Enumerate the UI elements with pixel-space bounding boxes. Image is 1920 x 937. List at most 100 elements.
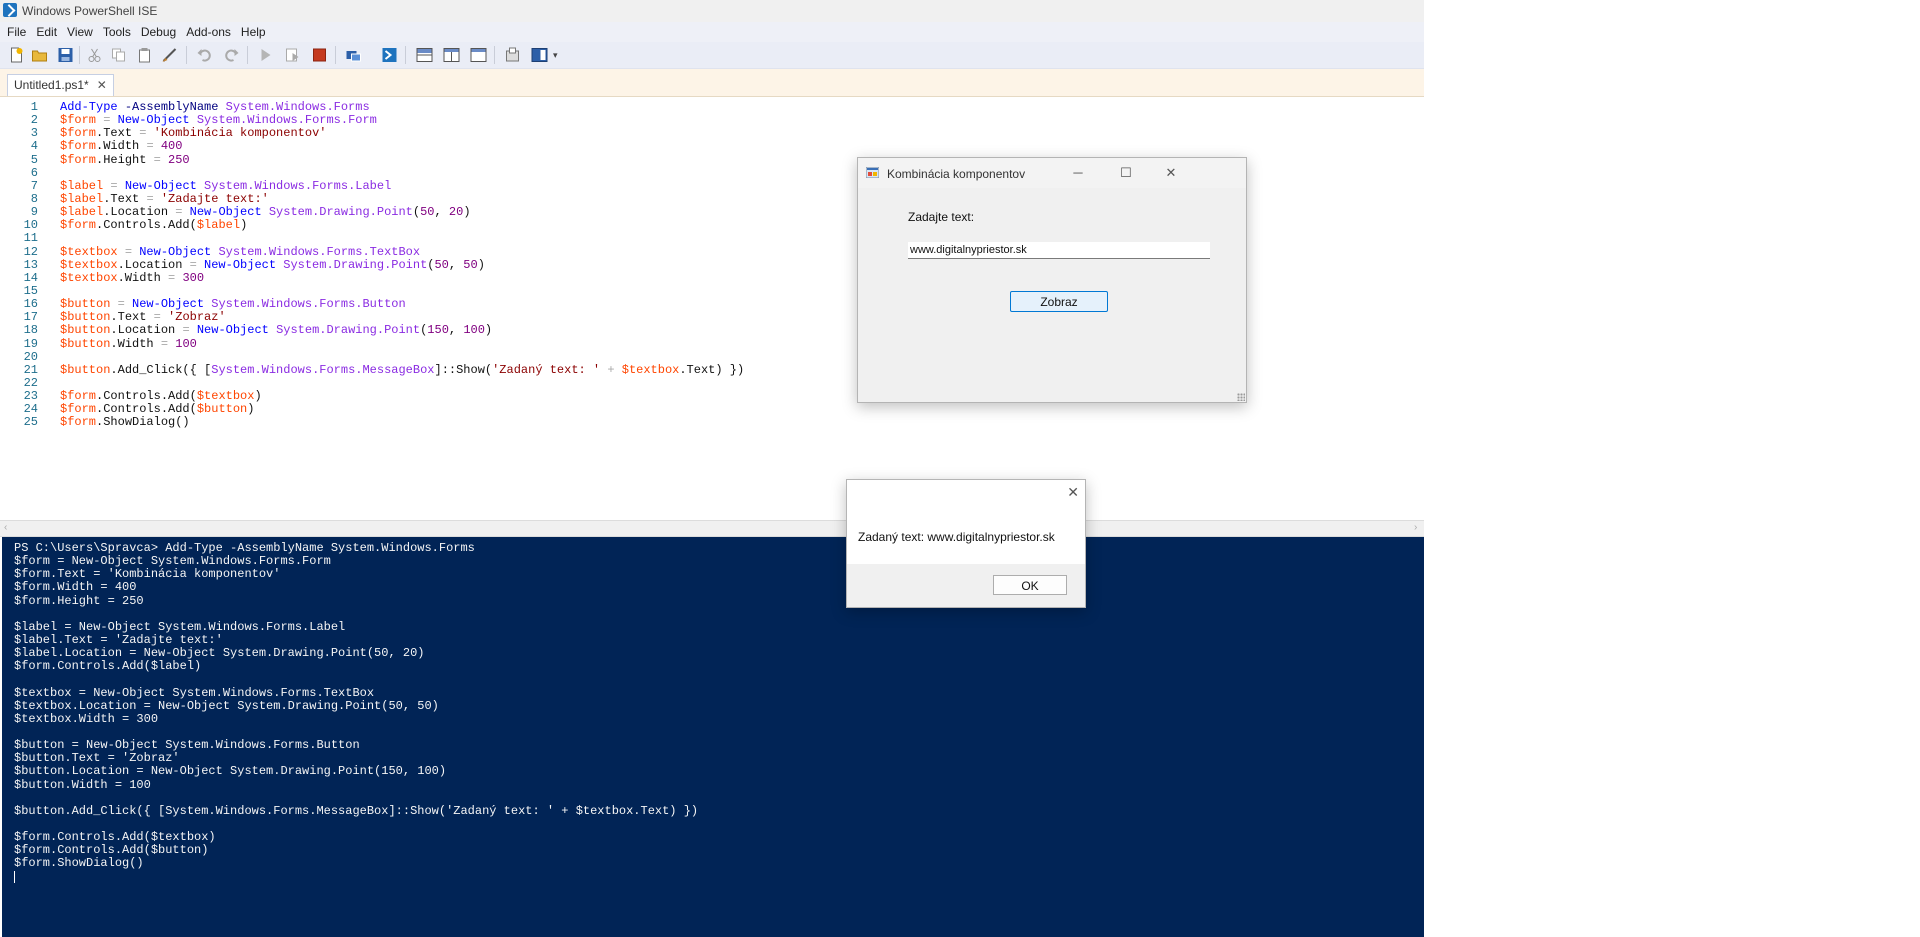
console-line: $form.Height = 250: [14, 593, 144, 608]
code-token: System.Windows.Forms.MessageBox: [211, 362, 435, 377]
minimize-button[interactable]: ─: [1058, 162, 1098, 184]
code-token: System.Windows.Forms.Button: [211, 297, 406, 312]
code-token: $label: [60, 205, 104, 220]
code-token: .Location: [103, 205, 176, 220]
clear-console-icon[interactable]: [161, 47, 178, 63]
menu-edit[interactable]: Edit: [31, 22, 62, 42]
maximize-button[interactable]: ☐: [1106, 162, 1146, 184]
console-output: PS C:\Users\Spravca> Add-Type -AssemblyN…: [14, 541, 699, 884]
powershell-app-icon: [3, 3, 17, 17]
new-file-icon[interactable]: [8, 47, 25, 63]
line-number: 20: [23, 349, 38, 364]
console-caret[interactable]: [14, 870, 698, 884]
code-token: 50: [434, 257, 449, 272]
code-token: .ShowDialog(): [96, 415, 190, 430]
line-number: 8: [30, 191, 38, 206]
code-token: ,: [448, 257, 464, 272]
code-token: 50: [420, 205, 435, 220]
code-token: $button: [60, 310, 111, 325]
show-script-pane-maximized-icon[interactable]: [470, 47, 487, 63]
resize-grip-icon[interactable]: [1237, 393, 1245, 401]
title-bar: Windows PowerShell ISE: [0, 0, 1424, 22]
code-line[interactable]: 25 $form.ShowDialog(): [0, 416, 744, 429]
open-file-icon[interactable]: [31, 47, 48, 63]
code-token: +: [607, 362, 615, 377]
code-token: $form: [60, 389, 97, 404]
tab-untitled1[interactable]: Untitled1.ps1* ✕: [7, 74, 114, 96]
code-token: $form: [60, 152, 97, 167]
menu-addons[interactable]: Add-ons: [181, 22, 236, 42]
cut-icon[interactable]: [86, 47, 103, 63]
code-token: New-Object: [189, 205, 262, 220]
stop-icon[interactable]: [311, 47, 328, 63]
menu-tools[interactable]: Tools: [98, 22, 136, 42]
scroll-left-icon[interactable]: ‹: [4, 522, 7, 533]
menu-help[interactable]: Help: [236, 22, 271, 42]
powershell-console-icon[interactable]: [381, 47, 398, 63]
code-token: 'Zadaný text: ': [492, 362, 601, 377]
redo-icon[interactable]: [223, 47, 240, 63]
show-script-pane-top-icon[interactable]: [416, 47, 433, 63]
code-line[interactable]: 19 $button.Width = 100: [0, 336, 744, 351]
line-number: 1: [30, 100, 38, 114]
code-token: New-Object: [139, 244, 212, 259]
code-token: .Add_Click({: [110, 362, 205, 377]
code-token: .Width: [96, 139, 147, 154]
show-command-window-icon[interactable]: [531, 47, 548, 63]
code-token: .Text: [96, 126, 140, 141]
run-selection-icon[interactable]: [284, 47, 301, 63]
show-script-pane-right-icon[interactable]: [443, 47, 460, 63]
line-number: 2: [30, 113, 38, 128]
script-tab-strip: Untitled1.ps1* ✕: [0, 69, 1424, 97]
code-token: 250: [168, 152, 190, 167]
code-token: Add-Type: [60, 100, 118, 114]
paste-icon[interactable]: [136, 47, 153, 63]
copy-icon[interactable]: [110, 47, 127, 63]
console-line: $form.Controls.Add($label): [14, 659, 202, 674]
code-line[interactable]: 21 $button.Add_Click({ [System.Windows.Fo…: [0, 362, 745, 377]
script-code[interactable]: 1 Add-Type -AssemblyName System.Windows.F…: [0, 100, 745, 430]
message-box: ✕ Zadaný text: www.digitalnypriestor.sk …: [846, 479, 1086, 608]
menu-view[interactable]: View: [62, 22, 98, 42]
form-title-bar[interactable]: Kombinácia komponentov ─ ☐ ✕: [858, 158, 1246, 188]
console-line: $textbox.Width = 300: [14, 711, 159, 726]
code-token: $form: [60, 402, 97, 417]
undo-icon[interactable]: [196, 47, 213, 63]
save-icon[interactable]: [57, 47, 74, 63]
powershell-ise-window: Windows PowerShell ISE File Edit View Tools…: [0, 0, 1424, 937]
form-window: Kombinácia komponentov ─ ☐ ✕ Zadajte tex…: [857, 157, 1247, 403]
ok-button[interactable]: OK: [993, 575, 1067, 595]
form-textbox[interactable]: [908, 242, 1210, 259]
run-script-icon[interactable]: [257, 47, 274, 63]
code-token: .Controls.Add(: [96, 402, 197, 417]
code-token: 100: [175, 336, 197, 351]
pane-splitter[interactable]: ‹ ›: [0, 520, 1424, 537]
code-line[interactable]: 14 $textbox.Width = 300: [0, 271, 744, 285]
toolbar-overflow-icon[interactable]: ▾: [553, 50, 558, 61]
code-token: $button: [196, 402, 248, 417]
console-line: $button.Add_Click({ [System.Windows.Form…: [14, 803, 699, 818]
code-line[interactable]: 10 $form.Controls.Add($label): [0, 219, 744, 232]
command-addon-icon[interactable]: [504, 47, 521, 63]
zobraz-button[interactable]: Zobraz: [1010, 291, 1108, 312]
scroll-right-icon[interactable]: ›: [1414, 522, 1417, 533]
code-line[interactable]: 5 $form.Height = 250: [0, 152, 744, 167]
code-token: System.Windows.Forms.Label: [204, 178, 392, 193]
menu-file[interactable]: File: [0, 22, 31, 42]
code-token: New-Object: [204, 257, 277, 272]
tab-close-icon[interactable]: ✕: [97, 78, 107, 92]
new-remote-tab-icon[interactable]: [345, 47, 362, 63]
console-pane[interactable]: PS C:\Users\Spravca> Add-Type -AssemblyN…: [2, 537, 1424, 937]
message-box-close-button[interactable]: ✕: [1067, 484, 1079, 501]
menu-debug[interactable]: Debug: [136, 22, 181, 42]
close-button[interactable]: ✕: [1151, 162, 1191, 184]
